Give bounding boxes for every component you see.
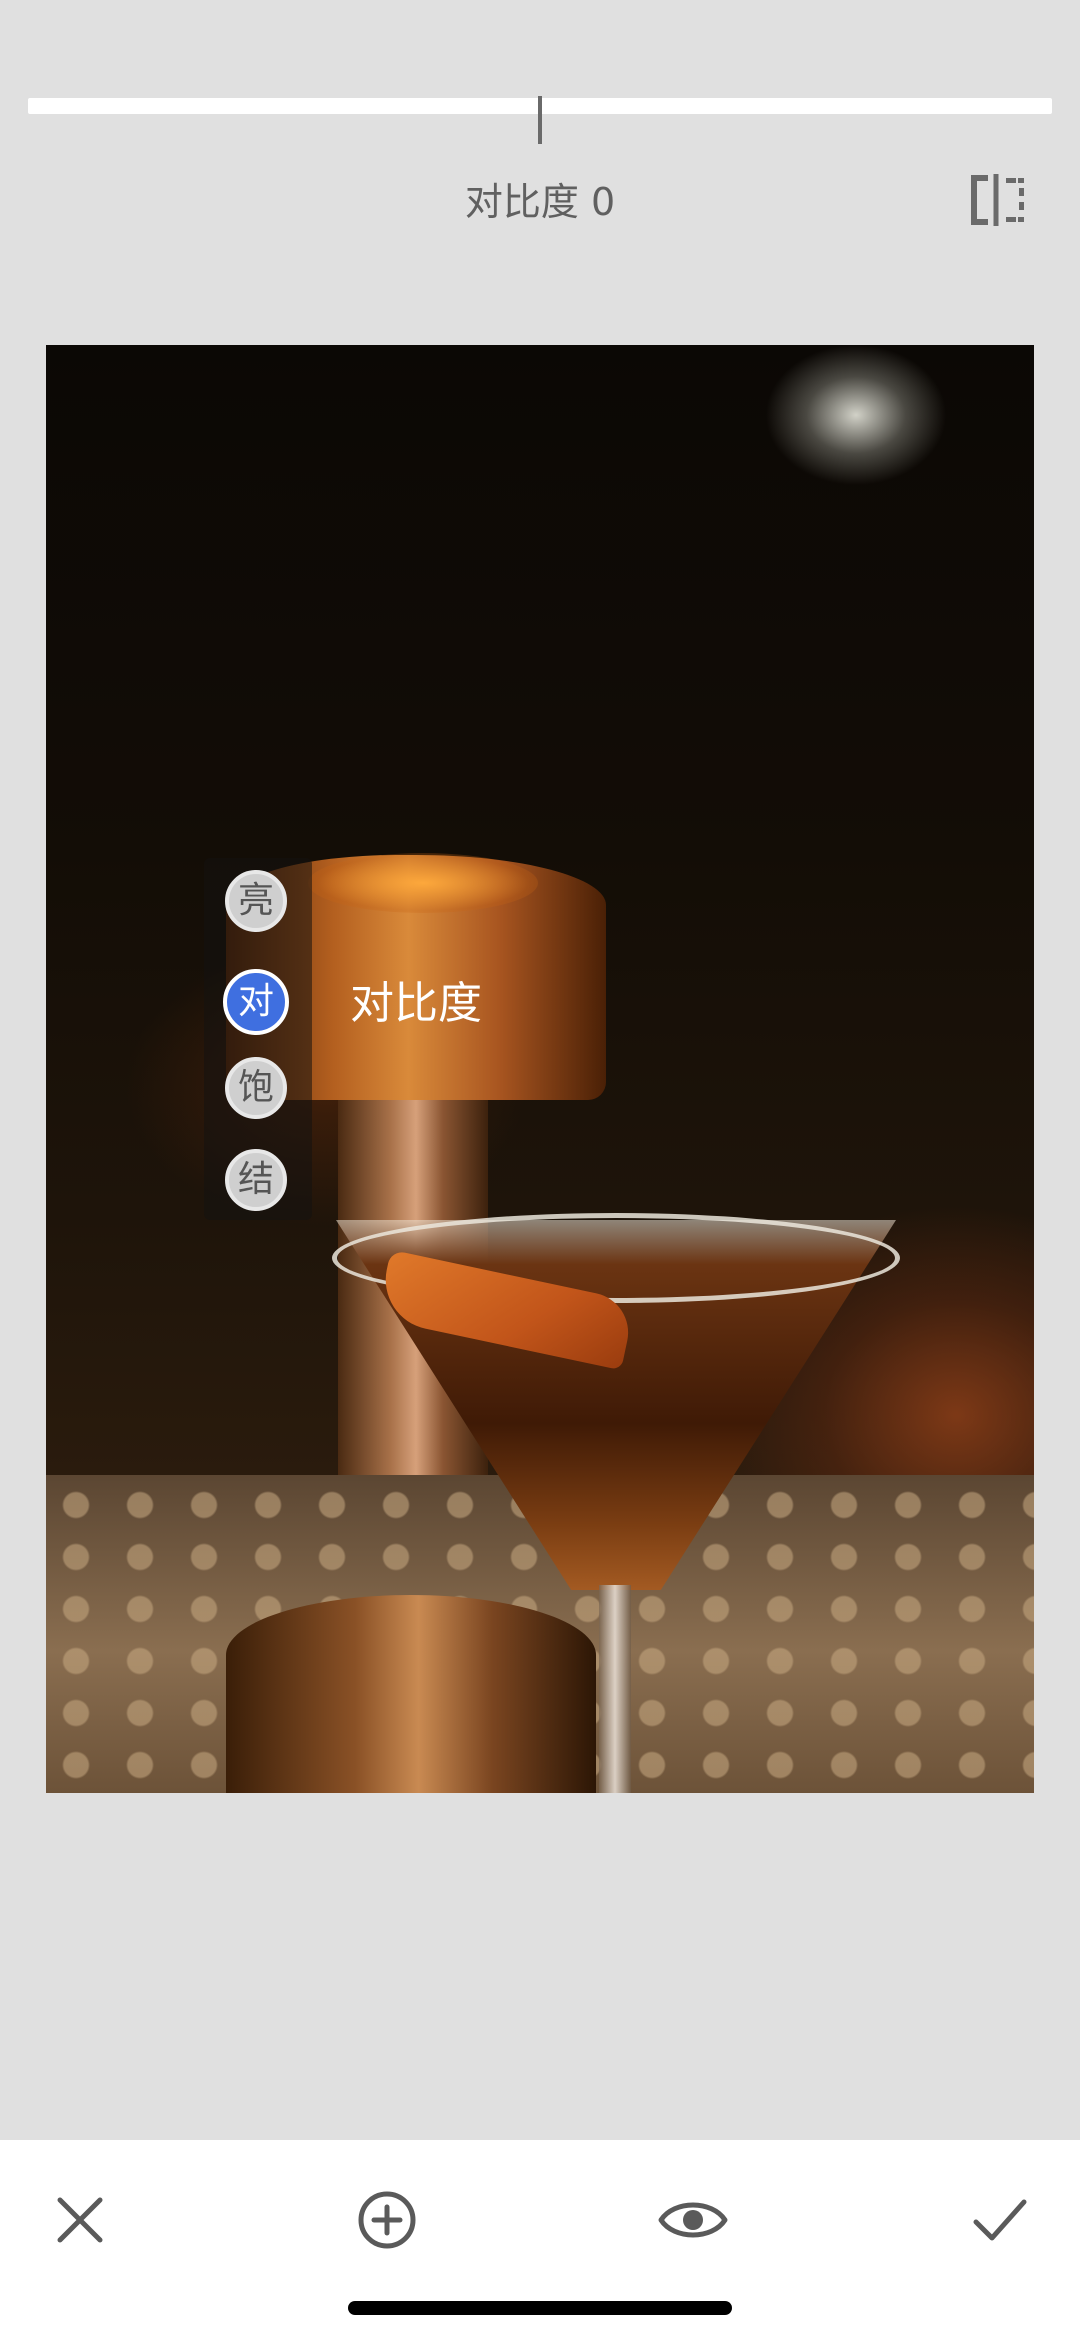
- add-circle-icon: [358, 2191, 416, 2249]
- photo-lamp-base: [226, 1595, 596, 1793]
- photo-lamp-glow: [308, 853, 538, 913]
- edited-photo[interactable]: [46, 345, 1034, 1793]
- check-icon: [973, 2199, 1027, 2241]
- selected-tool-label: 对比度: [350, 978, 482, 1029]
- apply-button[interactable]: [960, 2180, 1040, 2260]
- compare-button[interactable]: [966, 172, 1030, 228]
- adjustment-slider-thumb[interactable]: [538, 96, 542, 144]
- photo-glass-stem: [599, 1585, 631, 1793]
- tool-saturation[interactable]: 饱: [225, 1057, 287, 1119]
- close-icon: [57, 2197, 103, 2243]
- tool-contrast[interactable]: 对: [223, 969, 289, 1035]
- cancel-button[interactable]: [40, 2180, 120, 2260]
- add-button[interactable]: [347, 2180, 427, 2260]
- tool-structure[interactable]: 结: [225, 1149, 287, 1211]
- eye-icon: [658, 2202, 728, 2238]
- preview-button[interactable]: [653, 2180, 733, 2260]
- compare-split-icon: [971, 174, 1024, 226]
- adjustment-value-label: 对比度 0: [464, 180, 616, 224]
- home-indicator[interactable]: [348, 2301, 732, 2315]
- tool-brightness[interactable]: 亮: [225, 870, 287, 932]
